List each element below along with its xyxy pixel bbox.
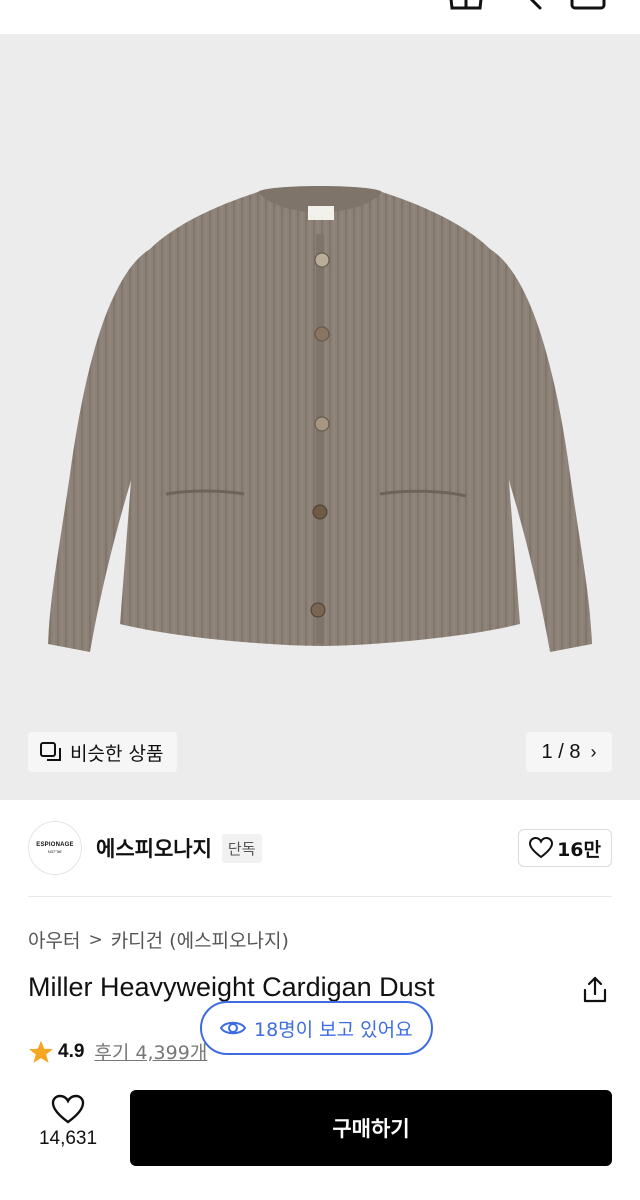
product-image [48,186,592,652]
brand-logo-text: ESPIONAGE [36,842,74,848]
breadcrumb-category[interactable]: 아우터 [28,926,80,953]
viewers-text: 18명이 보고 있어요 [254,1018,413,1041]
menu-icon[interactable] [568,0,608,18]
product-image-carousel[interactable]: 비슷한 상품 1 / 8 › [0,34,640,800]
search-icon[interactable] [510,0,550,18]
buy-button[interactable]: 구매하기 [130,1090,612,1166]
brand-name[interactable]: 에스피오나지 [96,833,212,863]
buy-button-label: 구매하기 [332,1117,410,1141]
share-icon[interactable] [580,975,610,1005]
review-count-link[interactable]: 후기 4,399개 [94,1038,207,1065]
viewers-toast: 18명이 보고 있어요 [200,1001,433,1055]
top-bar [0,0,640,34]
image-page-indicator[interactable]: 1 / 8 › [526,732,612,772]
eye-icon [220,1021,246,1035]
brand-row: ESPIONAGE N37°56' 에스피오나지 단독 16만 [28,820,612,876]
breadcrumb-subcategory[interactable]: 카디건 (에스피오나지) [111,926,289,953]
similar-products-button[interactable]: 비슷한 상품 [28,732,178,772]
wishlist-count: 14,631 [38,1128,98,1149]
star-icon [29,1040,53,1063]
wishlist-button[interactable]: 14,631 [30,1094,106,1150]
heart-icon [51,1094,85,1124]
page-indicator-text: 1 / 8 [541,740,581,763]
rating-row: 4.9 후기 4,399개 [28,1038,207,1065]
product-title: Miller Heavyweight Cardigan Dust [28,972,435,1002]
brand-like-button[interactable]: 16만 [518,829,612,867]
brand-logo-subtext: N37°56' [47,849,63,854]
chevron-right-icon: › [590,741,597,762]
divider [28,896,612,897]
rating-score: 4.9 [58,1040,85,1062]
cart-icon[interactable] [446,0,486,18]
bottom-action-bar: 14,631 구매하기 [0,1080,640,1200]
chevron-right-icon: > [88,929,103,950]
similar-items-icon [40,742,61,761]
brand-like-count: 16만 [557,838,601,861]
breadcrumb: 아우터 > 카디건 (에스피오나지) [28,926,289,953]
similar-products-label: 비슷한 상품 [70,742,164,765]
exclusive-badge: 단독 [221,833,262,863]
heart-icon [529,837,554,859]
brand-logo[interactable]: ESPIONAGE N37°56' [28,821,82,875]
